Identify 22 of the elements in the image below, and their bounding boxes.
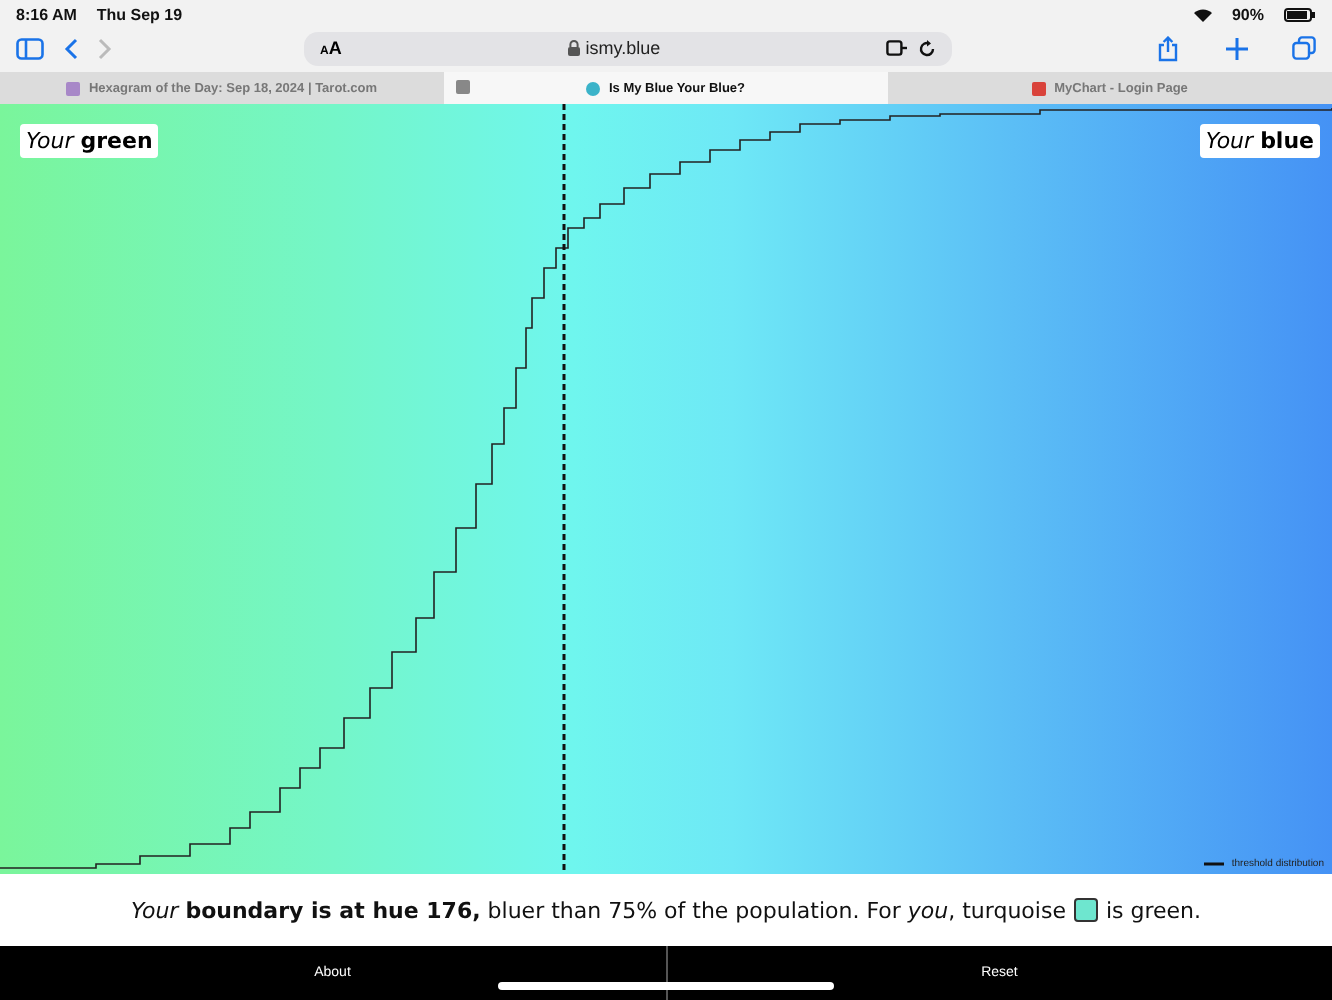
status-time: 8:16 AM [16, 5, 77, 23]
color-swatch-icon [1073, 898, 1098, 922]
lock-icon [567, 40, 580, 56]
status-date: Thu Sep 19 [96, 5, 183, 23]
hue-side-label: Your green [20, 124, 159, 158]
plus-icon[interactable] [1226, 37, 1248, 59]
share-icon[interactable] [1158, 35, 1178, 61]
sidebar-icon[interactable] [16, 37, 44, 59]
battery-icon [1284, 7, 1316, 21]
result-sentence: Your boundary is at hue 176, bluer than 75% of the population. For you, turquoise [130, 897, 1066, 923]
battery-percent: 90% [1231, 5, 1264, 23]
tabs-icon[interactable] [1292, 36, 1316, 60]
favicon-icon [1032, 81, 1047, 95]
wifi-icon [1193, 7, 1212, 21]
legend-line-icon [1203, 862, 1224, 866]
back-icon[interactable] [64, 37, 78, 59]
favicon-icon [66, 81, 81, 95]
result-sentence-end: is green. [1105, 897, 1202, 923]
reload-icon[interactable] [918, 39, 936, 57]
hue-side-label: Your blue [1199, 124, 1320, 158]
favicon-icon [586, 81, 601, 95]
extension-icon[interactable] [886, 40, 908, 56]
